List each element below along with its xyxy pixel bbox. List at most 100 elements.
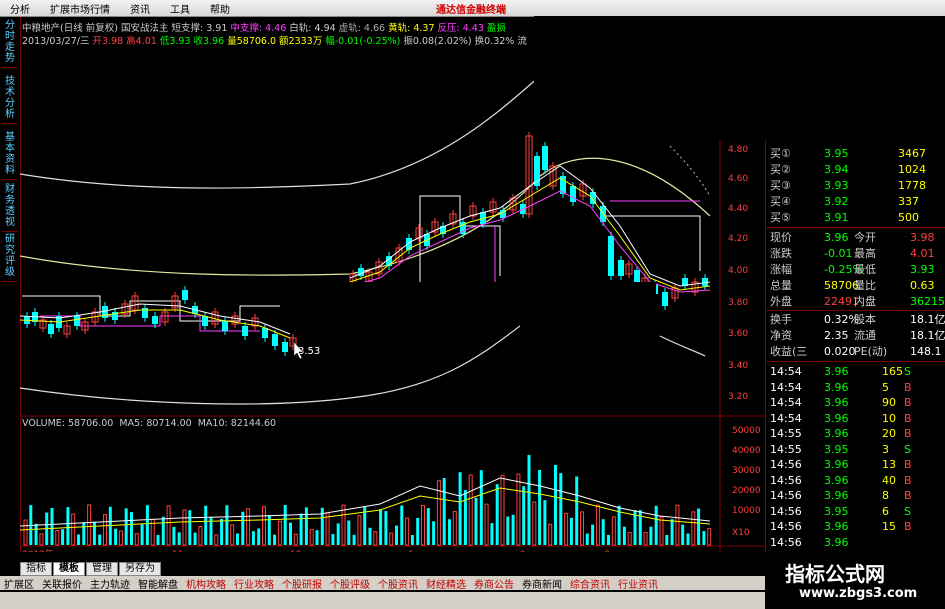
menu-item-tools[interactable]: 工具 xyxy=(160,1,200,16)
bid-volume: 3467 xyxy=(898,147,926,160)
info-tab[interactable]: 券商新闻 xyxy=(518,576,566,591)
volume-bar xyxy=(230,524,235,546)
info-tab[interactable]: 行业资讯 xyxy=(614,576,662,591)
stat-value: 0.020 xyxy=(824,345,856,358)
volume-bar xyxy=(225,505,229,545)
volume-bar xyxy=(410,534,414,545)
side-tab-ratings[interactable]: 研究评级 xyxy=(2,231,18,282)
volume-bar xyxy=(71,513,76,546)
info-tab[interactable]: 财经精选 xyxy=(422,576,470,591)
volume-bar xyxy=(522,486,526,545)
header-item: 收3.96 xyxy=(193,36,228,47)
side-tab-fundamentals[interactable]: 基本资料 xyxy=(2,129,18,180)
tick-direction: S xyxy=(904,365,911,378)
tab-indicator[interactable]: 指标 xyxy=(20,562,52,576)
info-tab[interactable]: 智能解盘 xyxy=(134,576,182,591)
stat-value: 3.96 xyxy=(824,231,849,244)
volume-bar xyxy=(188,510,192,545)
stat-label: 流通 xyxy=(854,329,876,342)
watermark: 指标公式网 www.zbgs3.com xyxy=(765,552,945,609)
candle-down xyxy=(272,334,278,346)
candle-down xyxy=(618,260,624,276)
volume-bar xyxy=(82,522,86,545)
price-axis-label: 4.80 xyxy=(728,145,748,155)
menu-item-extended-market[interactable]: 扩展市场行情 xyxy=(40,1,120,16)
stat-label: 今开 xyxy=(854,231,876,244)
volume-bar xyxy=(649,526,653,545)
volume-bar xyxy=(432,521,436,545)
tab-manage[interactable]: 管理 xyxy=(86,562,118,576)
volume-bar xyxy=(595,504,600,546)
volume-bar xyxy=(98,534,102,545)
tab-template[interactable]: 模板 xyxy=(53,562,85,576)
info-tab[interactable]: 券商公告 xyxy=(470,576,518,591)
bid-volume: 500 xyxy=(898,211,919,224)
volume-bar xyxy=(273,534,277,545)
stat-label: 内盘 xyxy=(854,295,876,308)
price-axis-label: 3.80 xyxy=(728,298,748,308)
header-item: 低3.93 xyxy=(159,36,194,47)
volume-bar xyxy=(654,505,658,545)
volume-bar xyxy=(352,534,356,545)
volume-bar xyxy=(251,531,255,545)
volume-axis-label: 50000 xyxy=(732,426,761,436)
divider xyxy=(766,227,945,228)
candle-down xyxy=(222,321,228,331)
side-tab-technical[interactable]: 技术分析 xyxy=(2,73,18,124)
bid-price: 3.95 xyxy=(824,147,849,160)
menu-item-news[interactable]: 资讯 xyxy=(120,1,160,16)
info-tab[interactable]: 个股评级 xyxy=(326,576,374,591)
price-axis-label: 3.40 xyxy=(728,361,748,371)
watermark-title: 指标公式网 xyxy=(785,562,885,586)
candle-down xyxy=(662,292,668,306)
volume-axis-label: 40000 xyxy=(732,446,761,456)
promo-text[interactable]: 通达信金融终端 xyxy=(436,1,506,16)
volume-bar xyxy=(463,490,467,545)
volume-bar xyxy=(140,524,144,545)
upper-band xyxy=(20,75,541,189)
volume-bar xyxy=(448,519,451,545)
volume-bar xyxy=(681,524,685,545)
tick-price: 3.96 xyxy=(824,489,849,502)
redacted-area-top xyxy=(534,16,945,140)
info-tab[interactable]: 行业攻略 xyxy=(230,576,278,591)
tick-time: 14:54 xyxy=(770,411,802,425)
candle-down xyxy=(102,306,108,318)
tick-price: 3.96 xyxy=(824,458,849,471)
side-tab-financials[interactable]: 财务透视 xyxy=(2,181,18,232)
volume-bar xyxy=(389,532,394,546)
info-tab[interactable]: 个股资讯 xyxy=(374,576,422,591)
stat-value: 18.1亿 xyxy=(910,313,945,326)
volume-bar xyxy=(538,470,542,545)
stat-value: 2.35 xyxy=(824,329,849,342)
menu-item-analysis[interactable]: 分析 xyxy=(0,1,40,16)
volume-bar xyxy=(659,516,664,546)
side-tab-intraday[interactable]: 分时走势 xyxy=(2,17,18,68)
info-tab[interactable]: 个股研报 xyxy=(278,576,326,591)
volume-bar xyxy=(289,522,292,545)
volume-bar xyxy=(166,505,171,546)
info-tab[interactable]: 综合资讯 xyxy=(566,576,614,591)
step-line-white-2 xyxy=(419,195,501,286)
tick-time: 14:56 xyxy=(770,535,802,549)
menu-item-help[interactable]: 帮助 xyxy=(200,1,240,16)
header-item: 开3.98 xyxy=(92,36,127,47)
info-tab[interactable]: 机构攻略 xyxy=(182,576,230,591)
volume-axis-label: X10 xyxy=(732,528,750,538)
volume-bar xyxy=(172,526,176,545)
tab-save-as[interactable]: 另存为 xyxy=(119,562,161,576)
volume-bar xyxy=(347,520,351,545)
tick-price: 3.96 xyxy=(824,473,849,487)
tick-direction: B xyxy=(904,380,912,394)
volume-bar xyxy=(675,504,680,546)
volume-bar xyxy=(368,527,372,545)
volume-bar xyxy=(61,529,65,545)
stat-label: 最高 xyxy=(854,247,876,260)
volume-bar xyxy=(23,519,28,546)
volume-header: VOLUME: 58706.00 MA5: 80714.00 MA10: 821… xyxy=(22,418,276,429)
info-tab[interactable]: 关联报价 xyxy=(38,576,86,591)
volume-bar xyxy=(479,470,483,545)
info-tab[interactable]: 扩展区 xyxy=(0,576,38,591)
info-tab[interactable]: 主力轨迹 xyxy=(86,576,134,591)
volume-bar xyxy=(611,516,616,546)
